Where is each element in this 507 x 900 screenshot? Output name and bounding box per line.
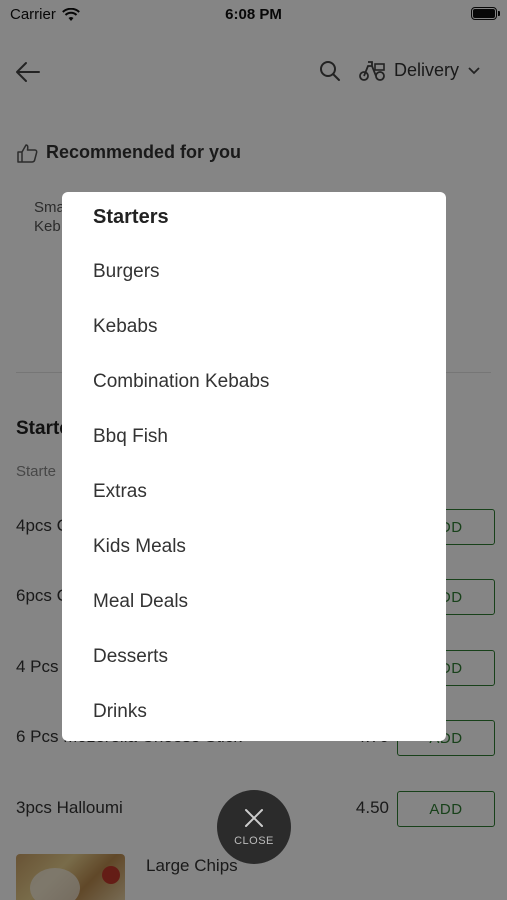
category-item-combination-kebabs[interactable]: Combination Kebabs	[93, 371, 269, 393]
category-item-bbq-fish[interactable]: Bbq Fish	[93, 426, 168, 448]
category-menu: Starters Burgers Kebabs Combination Keba…	[62, 192, 446, 741]
close-label: CLOSE	[234, 835, 274, 847]
category-item-kids-meals[interactable]: Kids Meals	[93, 536, 186, 558]
category-item-kebabs[interactable]: Kebabs	[93, 316, 157, 338]
close-button[interactable]: CLOSE	[217, 790, 291, 864]
category-item-meal-deals[interactable]: Meal Deals	[93, 591, 188, 613]
category-item-desserts[interactable]: Desserts	[93, 646, 168, 668]
category-item-drinks[interactable]: Drinks	[93, 701, 147, 723]
category-item-burgers[interactable]: Burgers	[93, 261, 160, 283]
category-item-extras[interactable]: Extras	[93, 481, 147, 503]
category-item-starters[interactable]: Starters	[93, 206, 169, 229]
close-icon	[245, 809, 263, 827]
